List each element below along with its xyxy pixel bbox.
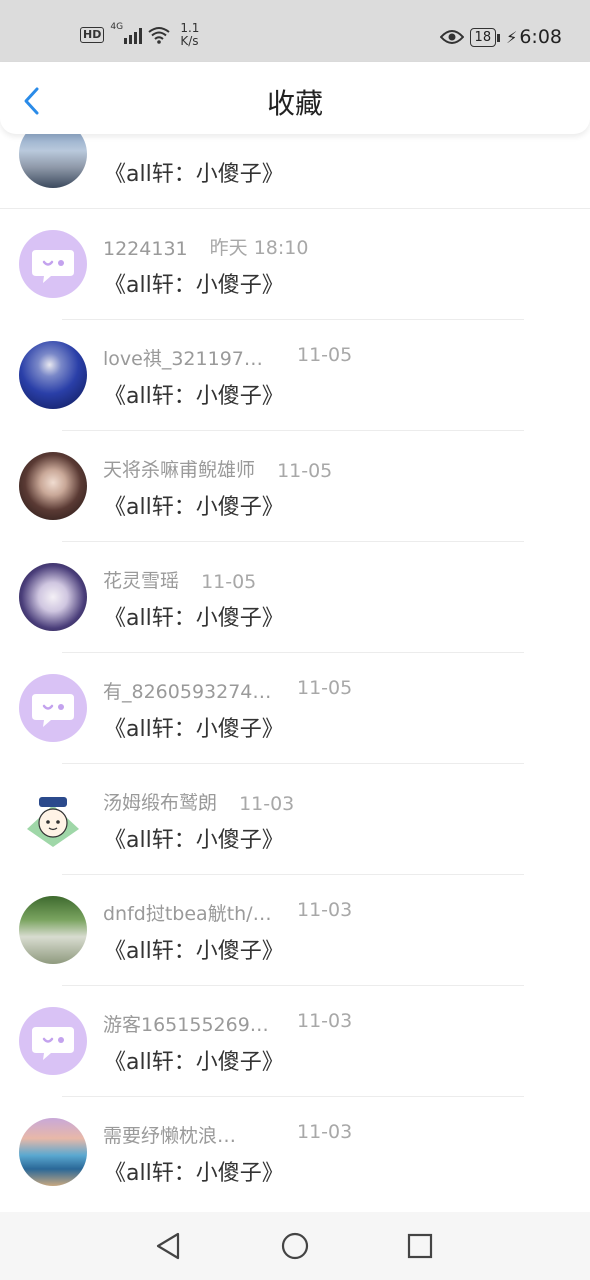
avatar: [19, 452, 87, 520]
author-line: dnfd挝tbea觥th/…: [103, 899, 272, 926]
nav-home-icon[interactable]: [277, 1228, 313, 1264]
app-header: 收藏: [0, 62, 590, 134]
wifi-icon: [148, 27, 170, 44]
item-time: 昨天 18:10: [209, 237, 309, 259]
nav-recents-icon[interactable]: [402, 1228, 438, 1264]
avatar: [19, 341, 87, 409]
item-time: 11-03: [297, 899, 353, 921]
item-title: 《all轩：小傻子》: [104, 1050, 284, 1075]
author-name: 游客165155269…: [103, 1014, 269, 1036]
chat-avatar-icon: [32, 250, 74, 283]
eye-icon: [439, 30, 464, 44]
system-nav-bar: [0, 1212, 590, 1280]
item-title: 《all轩：小傻子》: [104, 162, 284, 187]
author-name: 汤姆缎布鹫朗: [103, 792, 218, 814]
author-name: love祺_3211970…: [103, 348, 273, 370]
author-name: 天将杀嘛甫鲵雄师: [103, 459, 256, 481]
author-line: 花灵雪瑶 11-05: [103, 566, 256, 593]
author-name: 需要纾懒枕浪…: [103, 1125, 237, 1147]
author-name: 花灵雪瑶: [103, 570, 180, 592]
page-title: 收藏: [266, 87, 323, 120]
avatar: [19, 785, 87, 853]
status-right: 18 ⚡ 6:08: [439, 26, 562, 48]
avatar: [19, 230, 87, 298]
author-name: 1224131: [103, 238, 188, 260]
avatar: [19, 674, 87, 742]
list-item[interactable]: love祺_3211970… 11-05 《all轩：小傻子》: [0, 320, 590, 431]
network-type: 4G: [110, 22, 124, 32]
list-item[interactable]: 游客165155269… 11-03 《all轩：小傻子》: [0, 986, 590, 1097]
list-item[interactable]: 天将杀嘛甫鲵雄师 11-05 《all轩：小傻子》: [0, 431, 590, 542]
item-title: 《all轩：小傻子》: [104, 273, 284, 298]
item-title: 《all轩：小傻子》: [104, 1161, 284, 1186]
chat-avatar-icon: [32, 694, 74, 727]
author-name: dnfd挝tbea觥th/…: [103, 903, 272, 925]
item-time: 11-03: [297, 1121, 353, 1143]
avatar: [19, 563, 87, 631]
cartoon-avatar-icon: [27, 797, 79, 847]
charging-icon: ⚡: [506, 27, 518, 47]
battery-indicator: 18: [469, 27, 500, 47]
author-line: 天将杀嘛甫鲵雄师 11-05: [103, 455, 332, 482]
author-line: 有_8260593274…: [103, 677, 271, 704]
item-time: 11-05: [297, 344, 353, 366]
author-line: 1224131 昨天 18:10: [103, 233, 308, 260]
status-left: HD 4G 1.1 K/s: [80, 22, 199, 48]
list-item[interactable]: 花灵雪瑶 11-05 《all轩：小傻子》: [0, 542, 590, 653]
list-item[interactable]: 有_8260593274… 11-05 《all轩：小傻子》: [0, 653, 590, 764]
author-name: 有_8260593274…: [103, 681, 272, 703]
hd-badge: HD: [80, 27, 105, 43]
list-item[interactable]: 需要纾懒枕浪… 11-03 《all轩：小傻子》: [0, 1097, 590, 1208]
item-time: 11-05: [201, 571, 257, 593]
author-line: 汤姆缎布鹫朗 11-03: [103, 788, 294, 815]
avatar: [19, 1007, 87, 1075]
item-time: 11-03: [297, 1010, 353, 1032]
nav-back-icon[interactable]: [150, 1228, 186, 1264]
list-item[interactable]: 汤姆缎布鹫朗 11-03 《all轩：小傻子》: [0, 764, 590, 875]
item-time: 11-03: [239, 793, 295, 815]
item-title: 《all轩：小傻子》: [104, 495, 284, 520]
network-speed: 1.1 K/s: [180, 21, 200, 48]
item-title: 《all轩：小傻子》: [104, 717, 284, 742]
author-line: 需要纾懒枕浪…: [103, 1121, 236, 1148]
chat-avatar-icon: [32, 1027, 74, 1060]
avatar: [19, 1118, 87, 1186]
item-title: 《all轩：小傻子》: [104, 828, 284, 853]
item-title: 《all轩：小傻子》: [104, 606, 284, 631]
favorites-list[interactable]: 《all轩：小傻子》 1224131 昨天 18:10 《all轩：小傻子》 l…: [0, 98, 590, 1210]
author-line: 游客165155269…: [103, 1010, 269, 1037]
list-item[interactable]: dnfd挝tbea觥th/… 11-03 《all轩：小傻子》: [0, 875, 590, 986]
list-item[interactable]: 1224131 昨天 18:10 《all轩：小傻子》: [0, 209, 590, 320]
item-time: 11-05: [297, 677, 353, 699]
item-time: 11-05: [277, 460, 333, 482]
clock: 6:08: [519, 26, 562, 48]
avatar: [19, 896, 87, 964]
author-line: love祺_3211970…: [103, 344, 273, 371]
item-title: 《all轩：小傻子》: [104, 384, 284, 409]
signal-icon: 4G: [110, 22, 143, 44]
item-title: 《all轩：小傻子》: [104, 939, 284, 964]
